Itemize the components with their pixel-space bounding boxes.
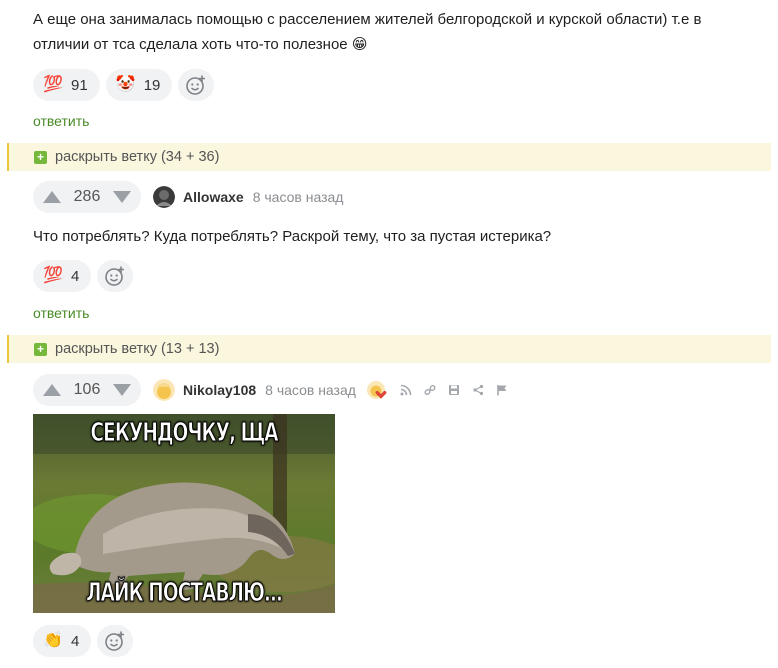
reaction-bar: 💯 91 🤡 19 [33, 69, 215, 101]
meme-top-caption: СЕКУНДОЧКУ, ЩА [90, 418, 279, 449]
expand-branch-button[interactable]: + раскрыть ветку (13 + 13) [7, 335, 771, 363]
add-reaction-icon [105, 631, 125, 651]
reaction-count: 4 [71, 267, 80, 285]
expand-branch-label: раскрыть ветку (13 + 13) [55, 341, 220, 357]
flag-icon[interactable] [496, 384, 508, 396]
clown-emoji-icon: 🤡 [115, 76, 136, 93]
meme-bottom-caption: ЛАЙК ПОСТАВЛЮ... [86, 578, 284, 609]
rating-value: 106 [73, 381, 101, 398]
comment-text: А еще она занималась помощью с расселени… [33, 11, 702, 53]
plus-icon: + [34, 150, 47, 164]
reaction-bar: 👏 4 [33, 625, 134, 657]
reaction-bar: 💯 4 [33, 260, 134, 292]
save-icon[interactable] [448, 384, 460, 396]
rating-value: 286 [73, 188, 101, 205]
share-icon[interactable] [472, 384, 484, 396]
meme-image[interactable]: СЕКУНДОЧКУ, ЩА ЛАЙК ПОСТАВЛЮ... [33, 414, 335, 613]
add-reaction-button[interactable] [178, 69, 215, 101]
add-reaction-icon [105, 266, 125, 286]
reply-link[interactable]: ответить [33, 113, 89, 129]
timestamp[interactable]: 8 часов назад [265, 382, 356, 398]
reply-link[interactable]: ответить [33, 305, 89, 321]
arrow-up-icon[interactable] [43, 191, 61, 203]
comment-text: Что потреблять? Куда потреблять? Раскрой… [33, 228, 552, 245]
award-badge-icon[interactable] [366, 379, 388, 401]
username[interactable]: Nikolay108 [183, 382, 256, 398]
reaction-count: 4 [71, 632, 80, 650]
username[interactable]: Allowaxe [183, 189, 244, 205]
timestamp[interactable]: 8 часов назад [253, 189, 344, 205]
expand-branch-label: раскрыть ветку (34 + 36) [55, 149, 220, 165]
arrow-up-icon[interactable] [43, 384, 61, 396]
hundred-emoji-icon: 💯 [43, 267, 63, 284]
add-reaction-button[interactable] [97, 625, 134, 657]
clapping-hands-emoji-icon: 👏 [43, 632, 63, 649]
avatar[interactable] [153, 186, 175, 208]
add-reaction-button[interactable] [97, 260, 134, 292]
comment-header: 106 Nikolay108 8 часов назад [33, 374, 508, 406]
reaction-clap-button[interactable]: 👏 4 [33, 625, 92, 657]
rating-control: 106 [33, 374, 141, 406]
reaction-count: 19 [143, 76, 161, 94]
expand-branch-button[interactable]: + раскрыть ветку (34 + 36) [7, 143, 771, 171]
arrow-down-icon[interactable] [112, 191, 131, 203]
hundred-emoji-icon: 💯 [43, 76, 63, 93]
link-icon[interactable] [424, 384, 436, 396]
plus-icon: + [34, 342, 47, 356]
reaction-hundred-button[interactable]: 💯 4 [33, 260, 92, 292]
add-reaction-icon [186, 75, 206, 95]
comment-header: 286 Allowaxe 8 часов назад [33, 181, 343, 213]
reaction-hundred-button[interactable]: 💯 91 [33, 69, 100, 101]
reaction-clown-button[interactable]: 🤡 19 [105, 69, 173, 101]
avatar[interactable] [153, 379, 175, 401]
rss-icon[interactable] [400, 384, 412, 396]
arrow-down-icon[interactable] [112, 384, 131, 396]
rating-control: 286 [33, 181, 141, 213]
reaction-count: 91 [71, 76, 88, 94]
